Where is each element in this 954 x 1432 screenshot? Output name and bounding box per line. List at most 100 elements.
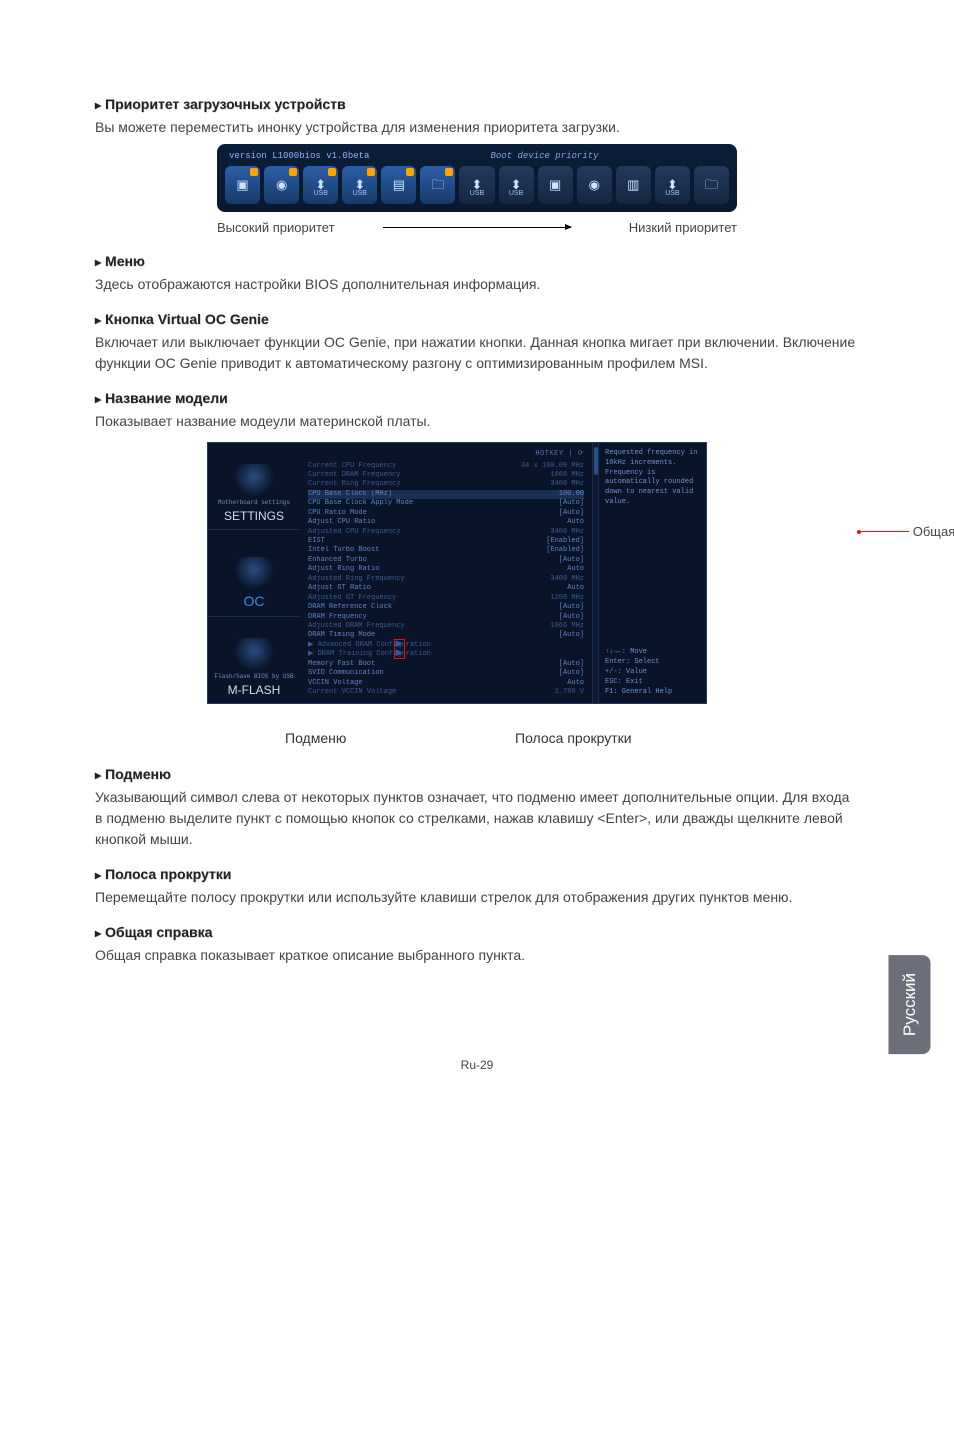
bios-setting-row[interactable]: Adjust Ring RatioAuto (308, 565, 584, 574)
bios-setting-label: CPU Base Clock (MHz) (308, 490, 392, 499)
bios-setting-value: 3400 MHz (540, 575, 584, 584)
boot-item-hdd-2[interactable]: ▤ (381, 166, 416, 204)
boot-item-usb-5[interactable]: ⬍USB (655, 166, 690, 204)
gauge-icon (233, 557, 275, 589)
bios-setting-row[interactable]: DRAM Frequency [Auto] (308, 613, 584, 622)
text-help: Общая справка показывает краткое описани… (95, 945, 859, 966)
boot-item-hdd[interactable]: ▣ (225, 166, 260, 204)
bios-setting-row[interactable]: Adjusted DRAM Frequency1066 MHz (308, 622, 584, 631)
bios-setting-row[interactable]: Memory Fast Boot [Auto] (308, 660, 584, 669)
bios-setting-row[interactable]: Adjusted Ring Frequency 3400 MHz (308, 575, 584, 584)
bios-panel: Motherboard settings SETTINGS OC Flash/S… (207, 442, 707, 704)
bios-setting-row[interactable]: Current CPU Frequency34 x 100.00 MHz (308, 462, 584, 471)
bios-setting-value: [Auto] (549, 660, 584, 669)
boot-item-folder-2[interactable]: 🗀 (694, 166, 729, 204)
drive-icon: ▣ (549, 175, 561, 195)
bios-setting-label: VCCIN Voltage (308, 679, 363, 688)
bios-setting-row[interactable]: DRAM Reference Clock[Auto] (308, 603, 584, 612)
hint-f1: F1: General Help (605, 688, 700, 698)
label-low-priority: Низкий приоритет (577, 218, 737, 238)
settings-icon (233, 464, 275, 496)
boot-item-folder[interactable]: 🗀 (420, 166, 455, 204)
bios-setting-label: Adjust GT Ratio (308, 584, 371, 593)
boot-header-spacer (720, 150, 725, 164)
bios-setting-value (574, 650, 584, 659)
text-priority: Вы можете переместить инонку устройства … (95, 117, 859, 138)
sidebar-label-oc: OC (244, 591, 265, 612)
card-icon: ▥ (627, 175, 639, 195)
usb-label: USB (665, 189, 679, 200)
bios-hotkey-label: HOTKEY | ⟳ (308, 449, 584, 460)
bios-setting-value: Auto (557, 518, 584, 527)
bios-setting-row[interactable]: CPU Ratio Mode [Auto] (308, 509, 584, 518)
bios-setting-label: DRAM Timing Mode (308, 631, 375, 640)
boot-item-usb-3[interactable]: ⬍USB (459, 166, 494, 204)
bios-setting-row[interactable]: VCCIN Voltage Auto (308, 679, 584, 688)
bios-setting-label: CPU Ratio Mode (308, 509, 367, 518)
bios-setting-row[interactable]: Adjusted GT Frequency 1200 MHz (308, 594, 584, 603)
bios-setting-row[interactable]: Enhanced Turbo[Auto] (308, 556, 584, 565)
boot-item-optical-2[interactable]: ◉ (577, 166, 612, 204)
bios-setting-label: DRAM Frequency (308, 613, 367, 622)
boot-item-hdd-3[interactable]: ▣ (538, 166, 573, 204)
hint-enter: Enter: Select (605, 658, 700, 668)
scrollbar-thumb[interactable] (594, 447, 598, 475)
bios-setting-row[interactable]: SVID Communication[Auto] (308, 669, 584, 678)
bios-setting-value: 100.00 (549, 490, 584, 499)
bios-sidebar: Motherboard settings SETTINGS OC Flash/S… (208, 443, 300, 703)
bios-setting-row[interactable]: Current VCCIN Voltage1.760 V (308, 688, 584, 697)
section-boot-priority: Приоритет загрузочных устройств Вы может… (95, 94, 859, 237)
bios-setting-row[interactable]: Adjust GT Ratio Auto (308, 584, 584, 593)
boot-item-usb-1[interactable]: ⬍USB (303, 166, 338, 204)
folder-icon: 🗀 (705, 175, 718, 195)
bios-setting-label: Adjusted GT Frequency (308, 594, 396, 603)
hint-value: +/-: Value (605, 668, 700, 678)
bios-setting-row[interactable]: CPU Base Clock Apply Mode[Auto] (308, 499, 584, 508)
bios-setting-value: 1200 MHz (540, 594, 584, 603)
bios-settings-list: HOTKEY | ⟳ Current CPU Frequency34 x 100… (300, 443, 592, 703)
bios-setting-label: Adjusted Ring Frequency (308, 575, 405, 584)
sidebar-item-mflash[interactable]: Flash/Save BIOS by USB M-FLASH (208, 617, 300, 703)
language-tab[interactable]: Русский (889, 955, 931, 1054)
bios-setting-label: DRAM Reference Clock (308, 603, 392, 612)
bios-setting-value: Auto (557, 679, 584, 688)
bios-setting-value: 34 x 100.00 MHz (511, 462, 584, 471)
bios-setting-label: Adjust CPU Ratio (308, 518, 375, 527)
bios-setting-row[interactable]: Current DRAM Frequency1066 MHz (308, 471, 584, 480)
boot-item-usb-2[interactable]: ⬍USB (342, 166, 377, 204)
bios-setting-row[interactable]: ▶ Advanced DRAM Configuration (308, 641, 584, 650)
bios-setting-value: Auto (557, 584, 584, 593)
bios-setting-value: [Auto] (549, 613, 584, 622)
figure-bios-oc: Motherboard settings SETTINGS OC Flash/S… (95, 442, 859, 704)
bios-setting-value: 1066 MHz (540, 471, 584, 480)
bios-setting-row[interactable]: EIST[Enabled] (308, 537, 584, 546)
bios-setting-row[interactable]: Intel Turbo Boost[Enabled] (308, 546, 584, 555)
figure-boot-priority: version L1000bios v1.0beta Boot device p… (95, 144, 859, 237)
label-high-priority: Высокий приоритет (217, 218, 377, 238)
bios-setting-label: Memory Fast Boot (308, 660, 375, 669)
disc-icon: ◉ (589, 175, 600, 195)
bios-setting-row[interactable]: Adjust CPU Ratio Auto (308, 518, 584, 527)
bios-setting-row[interactable]: CPU Base Clock (MHz) 100.00 (308, 490, 584, 499)
bios-scrollbar[interactable] (592, 443, 598, 703)
boot-header-version: version L1000bios v1.0beta (229, 150, 369, 164)
boot-item-optical[interactable]: ◉ (264, 166, 299, 204)
sidebar-item-settings[interactable]: Motherboard settings SETTINGS (208, 443, 300, 530)
bios-setting-label: SVID Communication (308, 669, 384, 678)
boot-device-row[interactable]: ▣ ◉ ⬍USB ⬍USB ▤ 🗀 ⬍USB ⬍USB ▣ ◉ ▥ ⬍USB 🗀 (223, 166, 731, 204)
boot-panel: version L1000bios v1.0beta Boot device p… (217, 144, 737, 212)
heading-ocgenie: Кнопка Virtual OC Genie (95, 309, 859, 330)
arrow-icon (383, 227, 571, 228)
bios-setting-row[interactable]: ▶ DRAM Training Configuration (308, 650, 584, 659)
bios-setting-value: [Auto] (549, 509, 584, 518)
bios-setting-row[interactable]: Adjusted CPU Frequency3400 MHz (308, 528, 584, 537)
usb-flash-icon (233, 638, 275, 670)
bios-setting-row[interactable]: DRAM Timing Mode[Auto] (308, 631, 584, 640)
sidebar-item-oc[interactable]: OC (208, 530, 300, 617)
boot-item-usb-4[interactable]: ⬍USB (499, 166, 534, 204)
bios-help-text: Requested frequency in 10kHz increments.… (605, 449, 700, 508)
usb-label: USB (509, 189, 523, 200)
text-scrollbar: Перемещайте полосу прокрутки или использ… (95, 887, 859, 908)
boot-item-card[interactable]: ▥ (616, 166, 651, 204)
bios-setting-row[interactable]: Current Ring Frequency3400 MHz (308, 480, 584, 489)
